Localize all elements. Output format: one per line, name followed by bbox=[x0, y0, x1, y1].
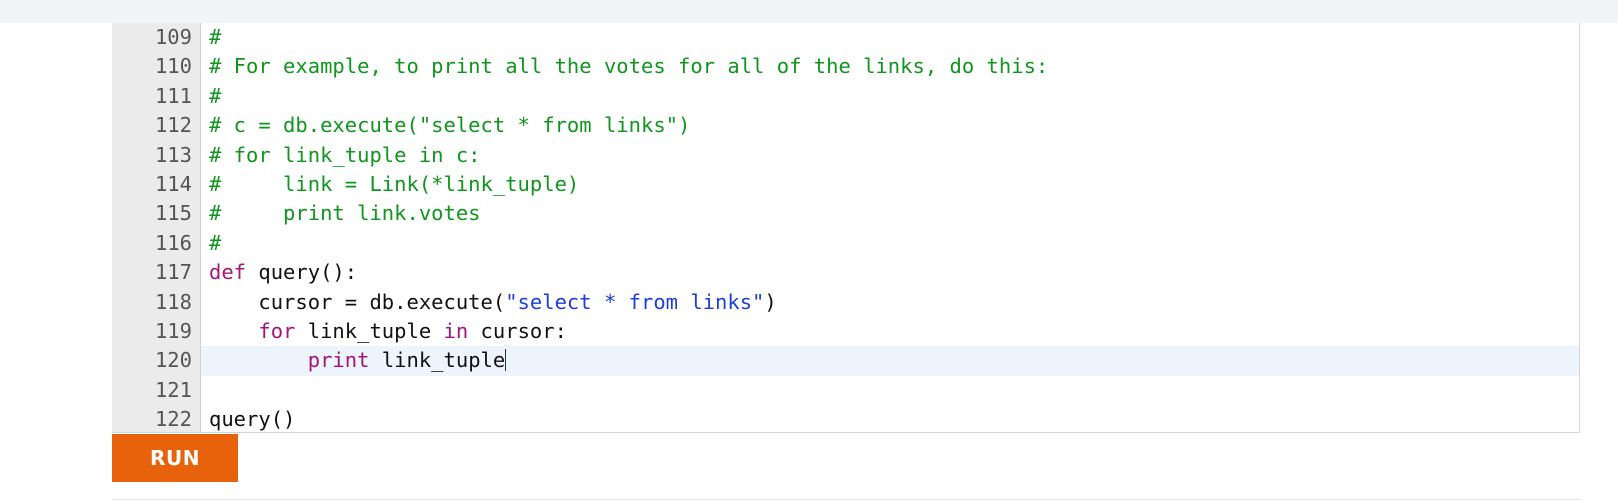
code-line[interactable]: 115 # print link.votes bbox=[112, 199, 1579, 228]
code-text[interactable]: # For example, to print all the votes fo… bbox=[201, 52, 1579, 81]
code-text[interactable]: # bbox=[201, 23, 1579, 52]
code-text[interactable]: # link = Link(*link_tuple) bbox=[201, 170, 1579, 199]
comment-token: # bbox=[209, 25, 222, 49]
divider bbox=[112, 499, 1580, 500]
comment-token: # print link.votes bbox=[209, 201, 481, 226]
run-button[interactable]: RUN bbox=[112, 434, 238, 482]
line-number: 115 bbox=[154, 201, 192, 226]
code-line[interactable]: 120 print link_tuple bbox=[112, 346, 1579, 376]
code-line[interactable]: 109 # bbox=[112, 23, 1579, 52]
plain-token: ) bbox=[764, 289, 777, 314]
code-text[interactable]: # c = db.execute("select * from links") bbox=[201, 111, 1579, 140]
comment-token: # bbox=[209, 230, 222, 255]
line-number: 122 bbox=[154, 407, 192, 432]
code-text[interactable]: def query(): bbox=[201, 258, 1579, 287]
code-line[interactable]: 122 query() bbox=[112, 405, 1579, 434]
code-text[interactable]: # for link_tuple in c: bbox=[201, 141, 1579, 170]
plain-token: query() bbox=[209, 407, 296, 432]
code-line[interactable]: 118 cursor = db.execute("select * from l… bbox=[112, 288, 1579, 317]
comment-token: # link = Link(*link_tuple) bbox=[209, 171, 580, 196]
line-number: 109 bbox=[154, 25, 192, 49]
line-number: 114 bbox=[154, 171, 192, 196]
plain-token: link_tuple bbox=[369, 348, 506, 373]
code-line[interactable]: 121 bbox=[112, 376, 1579, 405]
code-text[interactable]: for link_tuple in cursor: bbox=[201, 317, 1579, 346]
code-line[interactable]: 113 # for link_tuple in c: bbox=[112, 141, 1579, 170]
code-line[interactable]: 119 for link_tuple in cursor: bbox=[112, 317, 1579, 346]
comment-token: # For example, to print all the votes fo… bbox=[209, 54, 1049, 79]
comment-token: # c = db.execute("select * from links") bbox=[209, 113, 691, 138]
code-line[interactable]: 110 # For example, to print all the votes… bbox=[112, 52, 1579, 81]
code-text[interactable]: # bbox=[201, 82, 1579, 111]
keyword-token: for bbox=[258, 318, 296, 343]
code-line[interactable]: 114 # link = Link(*link_tuple) bbox=[112, 170, 1579, 199]
comment-token: # bbox=[209, 83, 222, 108]
line-number: 117 bbox=[154, 260, 192, 285]
code-text[interactable]: # print link.votes bbox=[201, 199, 1579, 228]
line-number: 113 bbox=[154, 142, 192, 167]
line-number: 116 bbox=[154, 230, 192, 255]
code-text[interactable] bbox=[201, 376, 1579, 405]
code-text[interactable]: print link_tuple bbox=[201, 346, 1579, 376]
line-number: 120 bbox=[154, 348, 192, 373]
code-line[interactable]: 117 def query(): bbox=[112, 258, 1579, 287]
code-text[interactable]: query() bbox=[201, 405, 1579, 434]
plain-token: cursor: bbox=[468, 318, 567, 343]
string-token: "select * from links" bbox=[505, 289, 765, 314]
top-strip bbox=[0, 0, 1618, 23]
line-number: 110 bbox=[154, 54, 192, 79]
code-text[interactable]: # bbox=[201, 229, 1579, 258]
code-text[interactable]: cursor = db.execute("select * from links… bbox=[201, 288, 1579, 317]
comment-token: # for link_tuple in c: bbox=[209, 142, 481, 167]
code-line[interactable]: 112 # c = db.execute("select * from links… bbox=[112, 111, 1579, 140]
plain-token: cursor = db.execute( bbox=[209, 289, 506, 314]
plain-token: link_tuple bbox=[295, 318, 444, 343]
line-number: 112 bbox=[154, 113, 192, 138]
code-editor[interactable]: 109 #110 # For example, to print all the v… bbox=[112, 23, 1580, 433]
keyword-token: in bbox=[443, 318, 469, 343]
keyword-token: def bbox=[209, 260, 247, 285]
code-lines[interactable]: 109 #110 # For example, to print all the v… bbox=[112, 23, 1579, 434]
keyword-token: print bbox=[307, 348, 370, 373]
plain-token: query(): bbox=[246, 260, 358, 285]
code-line[interactable]: 116 # bbox=[112, 229, 1579, 258]
line-number: 118 bbox=[154, 289, 192, 314]
line-number: 119 bbox=[154, 318, 192, 343]
line-number: 121 bbox=[154, 377, 192, 402]
code-line[interactable]: 111 # bbox=[112, 82, 1579, 111]
line-number: 111 bbox=[154, 83, 192, 108]
text-caret bbox=[505, 349, 507, 372]
